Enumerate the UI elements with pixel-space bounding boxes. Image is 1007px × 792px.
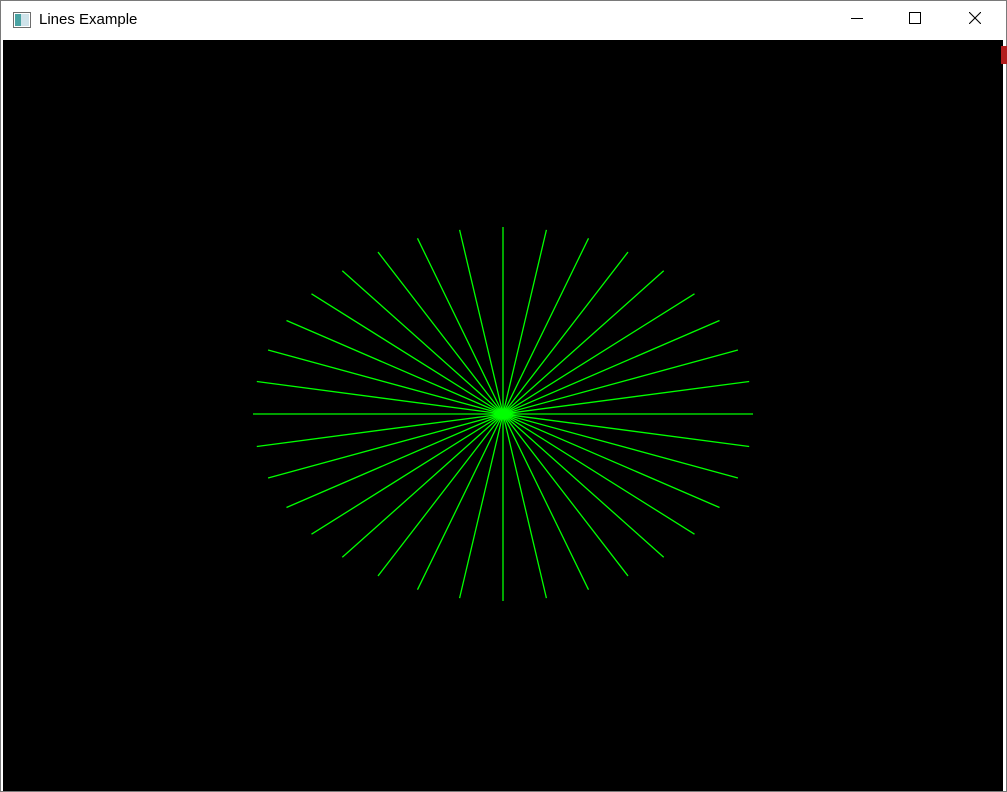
starburst-drawing — [3, 40, 1003, 791]
maximize-icon — [909, 11, 921, 29]
close-button[interactable] — [944, 1, 1006, 39]
app-window-icon — [13, 12, 31, 28]
drawing-canvas — [3, 40, 1003, 791]
minimize-button[interactable] — [828, 1, 886, 39]
close-icon — [968, 11, 982, 29]
app-window: Lines Example — [0, 0, 1007, 792]
center-hub — [498, 409, 508, 419]
minimize-icon — [851, 11, 863, 29]
title-bar[interactable]: Lines Example — [1, 1, 1006, 39]
window-title: Lines Example — [39, 11, 138, 28]
background-window-edge — [1001, 46, 1007, 64]
maximize-button[interactable] — [886, 1, 944, 39]
